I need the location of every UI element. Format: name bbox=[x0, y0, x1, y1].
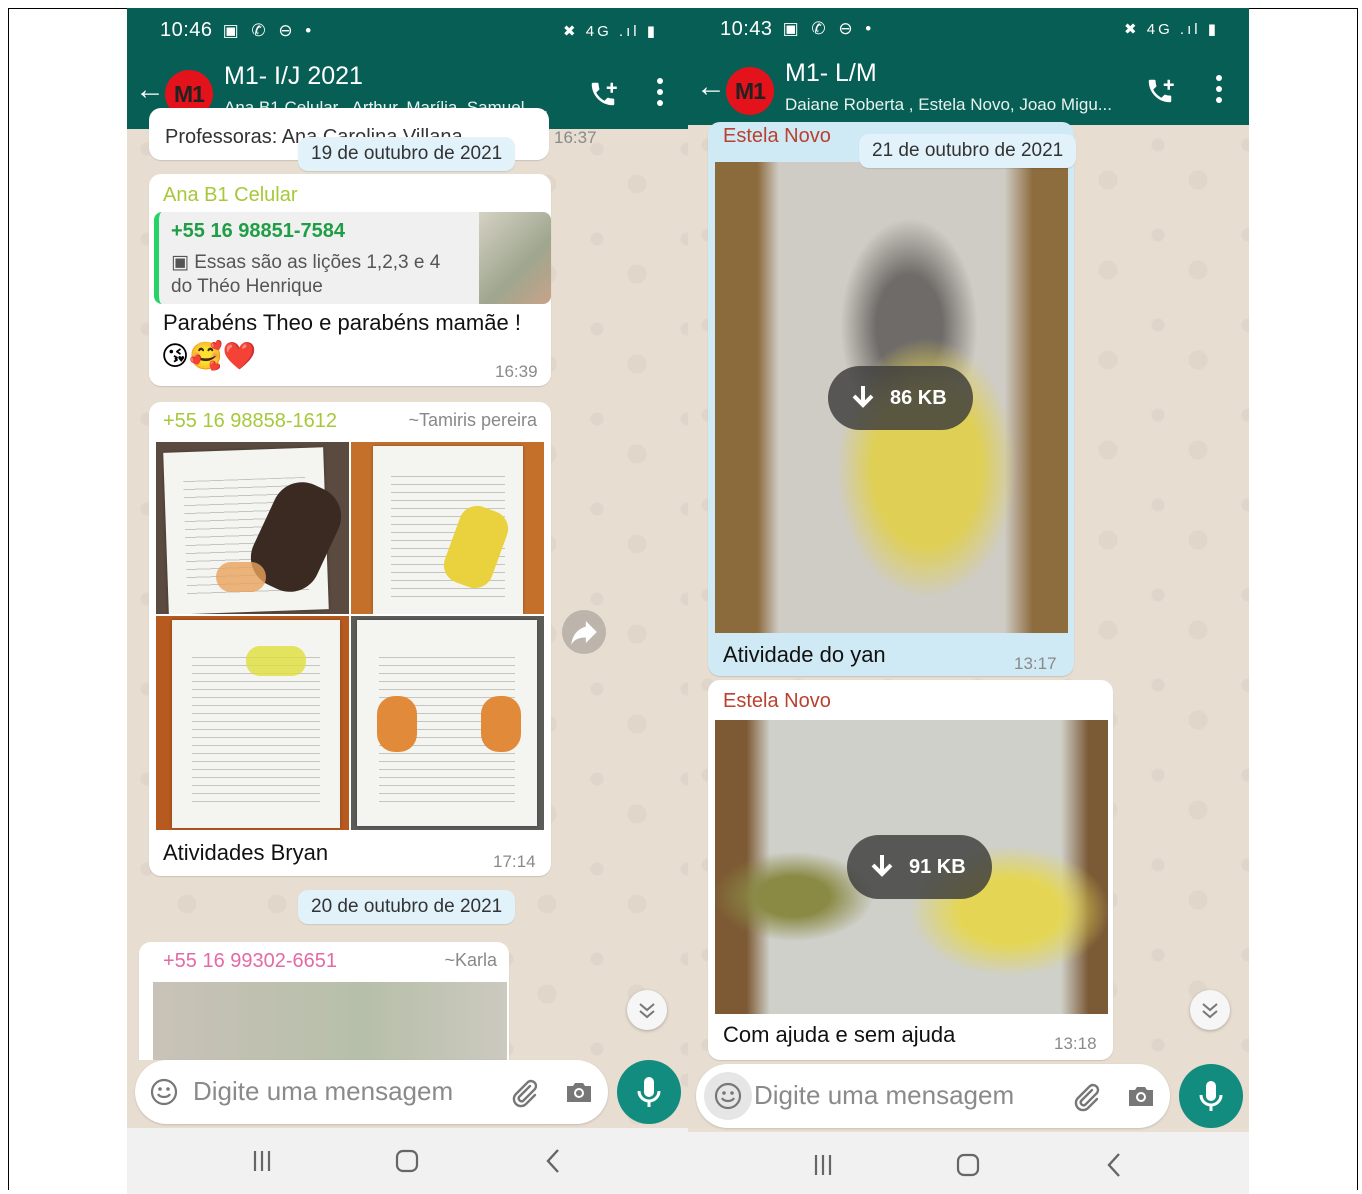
phone-screenshot-left: 10:46 ▣ ✆ ⊖ • ✖ 4G .ıl ▮ ← M1 M1- I/J 20… bbox=[127, 8, 688, 1194]
signal-battery-icons: ✖ 4G .ıl ▮ bbox=[1123, 21, 1219, 38]
photo-thumbnail[interactable] bbox=[351, 616, 544, 830]
date-chip: 21 de outubro de 2021 bbox=[859, 134, 1077, 168]
message-time: 16:39 bbox=[495, 362, 538, 381]
add-call-icon[interactable] bbox=[588, 79, 618, 109]
recent-apps-icon[interactable] bbox=[808, 1150, 838, 1180]
photo-thumbnail[interactable] bbox=[156, 442, 349, 614]
photo-thumbnail[interactable] bbox=[156, 616, 349, 830]
camera-icon[interactable] bbox=[563, 1076, 595, 1108]
home-icon[interactable] bbox=[392, 1146, 422, 1176]
more-options-icon[interactable] bbox=[1215, 72, 1223, 106]
group-title[interactable]: M1- I/J 2021 bbox=[224, 62, 363, 91]
message-bubble-selected[interactable]: Estela Novo 86 KB Atividade do yan 13:17 bbox=[708, 122, 1074, 676]
file-size: 86 KB bbox=[890, 386, 947, 409]
home-icon[interactable] bbox=[953, 1150, 983, 1180]
android-nav-bar bbox=[127, 1128, 688, 1194]
group-members[interactable]: Daiane Roberta , Estela Novo, Joao Migu.… bbox=[785, 95, 1112, 115]
android-nav-bar bbox=[688, 1132, 1249, 1194]
download-arrow-icon bbox=[852, 386, 874, 408]
download-button[interactable]: 91 KB bbox=[847, 835, 992, 899]
chat-header: ← M1 M1- L/M Daiane Roberta , Estela Nov… bbox=[688, 50, 1249, 125]
photo-caption: Com ajuda e sem ajuda bbox=[723, 1022, 956, 1047]
photo-caption: Atividades Bryan bbox=[163, 840, 329, 865]
quoted-text-line1: ▣ Essas são as lições 1,2,3 e 4 bbox=[171, 251, 440, 274]
message-sender: Estela Novo bbox=[723, 125, 831, 147]
phone-screenshot-right: 10:43 ▣ ✆ ⊖ • ✖ 4G .ıl ▮ ← M1 M1- L/M Da… bbox=[688, 8, 1249, 1194]
sender-pushname: ~Karla bbox=[444, 950, 497, 970]
download-button[interactable]: 86 KB bbox=[828, 366, 973, 430]
message-bubble-partial[interactable]: +55 16 99302-6651 ~Karla bbox=[139, 942, 509, 1072]
status-time: 10:43 bbox=[720, 17, 773, 40]
emoji-icon[interactable] bbox=[149, 1077, 179, 1107]
input-placeholder: Digite uma mensagem bbox=[193, 1076, 454, 1106]
file-size: 91 KB bbox=[909, 855, 966, 878]
recent-apps-icon[interactable] bbox=[247, 1146, 277, 1176]
group-avatar[interactable]: M1 bbox=[726, 67, 774, 115]
status-bar: 10:46 ▣ ✆ ⊖ • ✖ 4G .ıl ▮ bbox=[127, 8, 688, 53]
photo-thumbnail[interactable] bbox=[351, 442, 544, 614]
notification-icons: ▣ ✆ ⊖ • bbox=[222, 20, 316, 40]
more-options-icon[interactable] bbox=[656, 75, 664, 109]
message-emojis: 😘🥰❤️ bbox=[161, 341, 257, 371]
emoji-icon[interactable] bbox=[713, 1081, 743, 1111]
message-input[interactable]: Digite uma mensagem bbox=[696, 1064, 1170, 1128]
back-arrow-icon[interactable]: ← bbox=[696, 70, 726, 104]
input-placeholder: Digite uma mensagem bbox=[754, 1080, 1015, 1110]
quoted-text: Essas são as lições 1,2,3 e 4 bbox=[194, 252, 441, 273]
add-call-icon[interactable] bbox=[1145, 76, 1175, 106]
notification-icons: ▣ ✆ ⊖ • bbox=[782, 19, 876, 38]
back-nav-icon[interactable] bbox=[539, 1146, 569, 1176]
double-chevron-down-icon bbox=[1202, 1003, 1218, 1019]
photo-caption: Atividade do yan bbox=[723, 642, 886, 667]
download-arrow-icon bbox=[871, 855, 893, 877]
forward-button[interactable] bbox=[562, 610, 606, 654]
microphone-icon bbox=[637, 1077, 661, 1107]
message-time: 13:17 bbox=[1014, 654, 1057, 673]
camera-icon[interactable] bbox=[1125, 1080, 1157, 1112]
mic-button[interactable] bbox=[1179, 1064, 1243, 1128]
quoted-thumbnail bbox=[479, 212, 551, 304]
message-bubble-photos[interactable]: +55 16 98858-1612 ~Tamiris pereira Ativi… bbox=[149, 402, 551, 876]
message-sender: Ana B1 Celular bbox=[163, 184, 298, 206]
attach-icon[interactable] bbox=[1070, 1080, 1102, 1112]
date-chip: 20 de outubro de 2021 bbox=[298, 890, 516, 924]
scroll-down-button[interactable] bbox=[627, 990, 667, 1030]
message-bubble[interactable]: Estela Novo 91 KB Com ajuda e sem ajuda … bbox=[708, 680, 1113, 1060]
message-sender: +55 16 99302-6651 bbox=[163, 950, 338, 972]
sender-pushname: ~Tamiris pereira bbox=[408, 410, 537, 430]
attach-icon[interactable] bbox=[508, 1076, 540, 1108]
date-chip: 19 de outubro de 2021 bbox=[298, 137, 516, 171]
message-time: 13:18 bbox=[1054, 1034, 1097, 1053]
signal-battery-icons: ✖ 4G .ıl ▮ bbox=[562, 22, 658, 40]
status-time: 10:46 bbox=[160, 19, 213, 41]
forward-icon bbox=[571, 621, 597, 645]
message-text: Parabéns Theo e parabéns mamãe ! bbox=[163, 310, 521, 335]
photo-icon: ▣ bbox=[171, 252, 195, 273]
message-time: 17:14 bbox=[493, 852, 536, 871]
group-title[interactable]: M1- L/M bbox=[785, 59, 877, 88]
quoted-message[interactable]: +55 16 98851-7584 ▣ Essas são as lições … bbox=[154, 212, 551, 304]
quoted-sender: +55 16 98851-7584 bbox=[171, 220, 346, 242]
message-sender: Estela Novo bbox=[723, 690, 831, 712]
photo-thumbnail-blurred[interactable] bbox=[153, 982, 507, 1072]
mic-button[interactable] bbox=[617, 1060, 681, 1124]
message-sender: +55 16 98858-1612 bbox=[163, 410, 338, 432]
double-chevron-down-icon bbox=[639, 1003, 655, 1019]
message-time: 16:37 bbox=[554, 128, 597, 147]
back-nav-icon[interactable] bbox=[1100, 1150, 1130, 1180]
scroll-down-button[interactable] bbox=[1190, 990, 1230, 1030]
microphone-icon bbox=[1199, 1081, 1223, 1111]
quoted-text-line2: do Théo Henrique bbox=[171, 276, 323, 297]
message-input[interactable]: Digite uma mensagem bbox=[135, 1060, 608, 1124]
back-arrow-icon[interactable]: ← bbox=[135, 73, 165, 107]
message-bubble[interactable]: Ana B1 Celular +55 16 98851-7584 ▣ Essas… bbox=[149, 174, 551, 386]
status-bar: 10:43 ▣ ✆ ⊖ • ✖ 4G .ıl ▮ bbox=[688, 8, 1249, 50]
